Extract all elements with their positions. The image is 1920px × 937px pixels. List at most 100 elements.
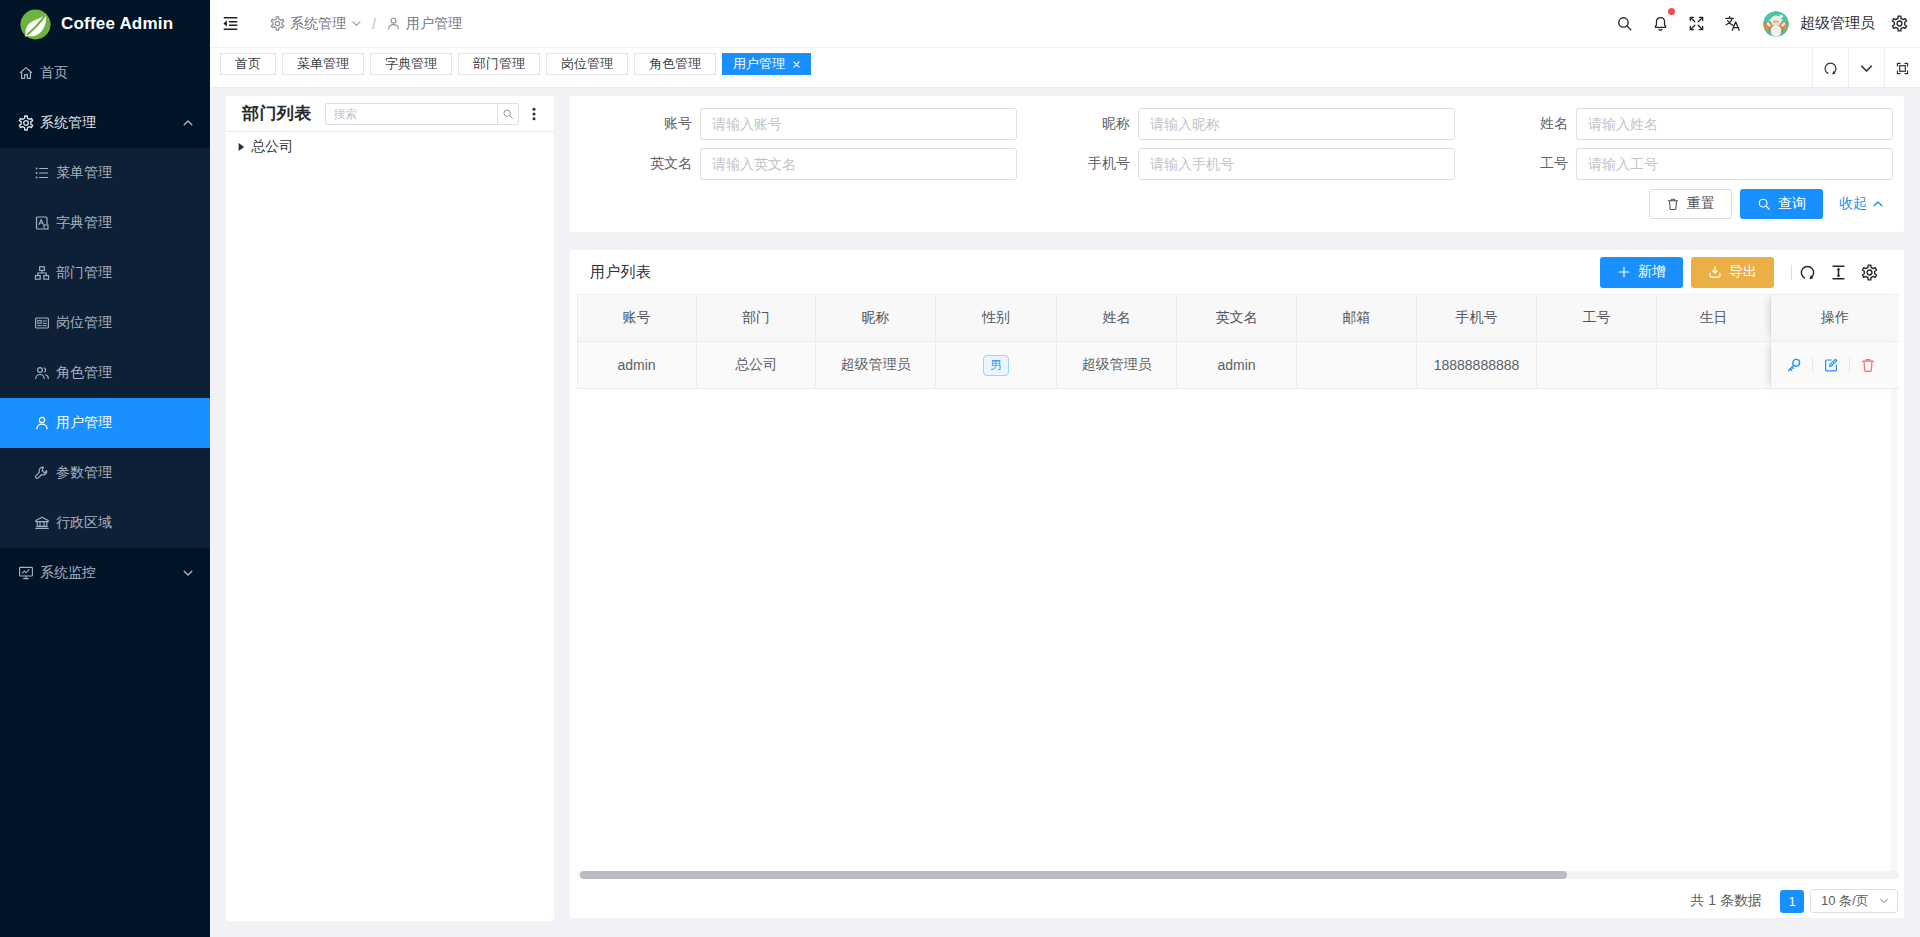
nickname-input[interactable]: [1138, 108, 1455, 140]
form-field-name: 姓名: [1455, 108, 1893, 140]
cell-birthday: [1657, 342, 1771, 388]
sidebar-item-home[interactable]: 首页: [0, 48, 210, 98]
col-header-job-no[interactable]: 工号: [1537, 295, 1657, 341]
tab-dict-mgmt[interactable]: 字典管理: [370, 53, 452, 75]
table-refresh-button[interactable]: [1792, 257, 1823, 287]
job-no-input[interactable]: [1576, 148, 1893, 180]
tree-node-company[interactable]: 总公司: [232, 134, 548, 160]
export-button[interactable]: 导出: [1691, 257, 1774, 288]
col-header-operation[interactable]: 操作: [1771, 294, 1899, 341]
sidebar-item-system[interactable]: 系统管理: [0, 98, 210, 148]
account-input[interactable]: [700, 108, 1017, 140]
col-header-en-name[interactable]: 英文名: [1177, 295, 1297, 341]
spring-leaf-logo-icon: [20, 9, 51, 40]
maximize-icon: [1895, 61, 1910, 76]
tabs-menu-button[interactable]: [1848, 48, 1884, 88]
phone-input[interactable]: [1138, 148, 1455, 180]
department-more-button[interactable]: [527, 103, 541, 125]
sidebar-collapse-button[interactable]: [221, 10, 239, 38]
sidebar-item-param-mgmt[interactable]: 参数管理: [0, 448, 210, 498]
tab-post-mgmt[interactable]: 岗位管理: [546, 53, 628, 75]
tabs-refresh-button[interactable]: [1812, 48, 1848, 88]
close-icon[interactable]: [793, 61, 800, 68]
edit-button[interactable]: [1823, 357, 1839, 373]
vertical-scrollbar-gutter: [1890, 389, 1897, 871]
page-size-select[interactable]: 10 条/页: [1810, 889, 1898, 913]
app-root: Coffee Admin 首页 系统管理 菜单管理 字典管理: [0, 0, 1920, 937]
view-detail-button[interactable]: [1786, 357, 1802, 373]
department-search-button[interactable]: [497, 103, 519, 125]
fullscreen-button[interactable]: [1678, 0, 1714, 48]
name-input[interactable]: [1576, 108, 1893, 140]
table-row[interactable]: admin 总公司 超级管理员 男 超级管理员 admin 1888888888…: [577, 341, 1899, 389]
sidebar-item-dept-mgmt[interactable]: 部门管理: [0, 248, 210, 298]
key-icon: [1786, 357, 1802, 373]
search-icon: [1757, 197, 1771, 211]
tabs-maximize-button[interactable]: [1884, 48, 1920, 88]
sidebar-item-menu-mgmt[interactable]: 菜单管理: [0, 148, 210, 198]
sidebar-item-monitor[interactable]: 系统监控: [0, 548, 210, 598]
sidebar-item-role-mgmt[interactable]: 角色管理: [0, 348, 210, 398]
cell-en-name: admin: [1177, 342, 1297, 388]
chevron-down-icon: [351, 18, 362, 29]
user-menu[interactable]: 超级管理员: [1763, 11, 1875, 37]
col-header-nickname[interactable]: 昵称: [816, 295, 936, 341]
user-table: 账号 部门 昵称 性别 姓名 英文名 邮箱 手机号 工号 生日 ad: [577, 294, 1899, 389]
col-header-account[interactable]: 账号: [577, 295, 697, 341]
col-header-birthday[interactable]: 生日: [1657, 295, 1771, 341]
sidebar-item-user-mgmt[interactable]: 用户管理: [0, 398, 210, 448]
breadcrumb: 系统管理 / 用户管理: [270, 15, 462, 33]
tab-user-mgmt[interactable]: 用户管理: [722, 53, 811, 75]
org-chart-icon: [34, 265, 50, 281]
col-header-name[interactable]: 姓名: [1057, 295, 1177, 341]
settings-button[interactable]: [1881, 0, 1917, 48]
add-button[interactable]: 新增: [1600, 257, 1683, 288]
more-vertical-icon: [527, 107, 541, 121]
tab-home[interactable]: 首页: [220, 53, 276, 75]
sidebar-item-region[interactable]: 行政区域: [0, 498, 210, 548]
search-icon: [1616, 15, 1633, 32]
sidebar-item-post-mgmt[interactable]: 岗位管理: [0, 298, 210, 348]
operation-divider: [1812, 358, 1813, 372]
department-search-input[interactable]: [325, 103, 497, 125]
breadcrumb-item-system[interactable]: 系统管理: [290, 15, 346, 33]
table-density-button[interactable]: [1823, 257, 1854, 287]
app-title: Coffee Admin: [61, 14, 173, 34]
notification-button[interactable]: [1642, 0, 1678, 48]
main-area: 系统管理 / 用户管理: [210, 0, 1920, 937]
chevron-up-icon: [182, 117, 194, 129]
pagination-page-1[interactable]: 1: [1780, 890, 1804, 913]
col-header-dept[interactable]: 部门: [697, 295, 816, 341]
breadcrumb-item-user[interactable]: 用户管理: [406, 15, 462, 33]
col-header-gender[interactable]: 性别: [936, 295, 1057, 341]
monitor-icon: [18, 565, 34, 581]
cell-gender: 男: [936, 342, 1057, 388]
col-header-email[interactable]: 邮箱: [1297, 295, 1417, 341]
sidebar-item-dict-mgmt[interactable]: 字典管理: [0, 198, 210, 248]
cell-email: [1297, 342, 1417, 388]
logo[interactable]: Coffee Admin: [0, 0, 210, 48]
en-name-input[interactable]: [700, 148, 1017, 180]
delete-button[interactable]: [1860, 357, 1876, 373]
language-button[interactable]: [1714, 0, 1750, 48]
collapse-form-link[interactable]: 收起: [1839, 195, 1884, 213]
cell-dept: 总公司: [697, 342, 816, 388]
fullscreen-icon: [1688, 15, 1705, 32]
username-label: 超级管理员: [1800, 14, 1875, 33]
chevron-up-icon: [1872, 198, 1884, 210]
menu-fold-icon: [222, 15, 239, 32]
global-search-button[interactable]: [1606, 0, 1642, 48]
horizontal-scrollbar-thumb[interactable]: [580, 871, 1567, 879]
tab-role-mgmt[interactable]: 角色管理: [634, 53, 716, 75]
avatar: [1763, 11, 1789, 37]
tab-dept-mgmt[interactable]: 部门管理: [458, 53, 540, 75]
table-settings-button[interactable]: [1854, 257, 1885, 287]
department-panel-title: 部门列表: [242, 102, 312, 125]
reset-button[interactable]: 重置: [1649, 189, 1732, 219]
bank-icon: [34, 515, 50, 531]
col-header-phone[interactable]: 手机号: [1417, 295, 1537, 341]
horizontal-scrollbar[interactable]: [577, 871, 1899, 879]
tab-menu-mgmt[interactable]: 菜单管理: [282, 53, 364, 75]
query-button[interactable]: 查询: [1740, 189, 1823, 219]
form-field-job-no: 工号: [1455, 148, 1893, 180]
